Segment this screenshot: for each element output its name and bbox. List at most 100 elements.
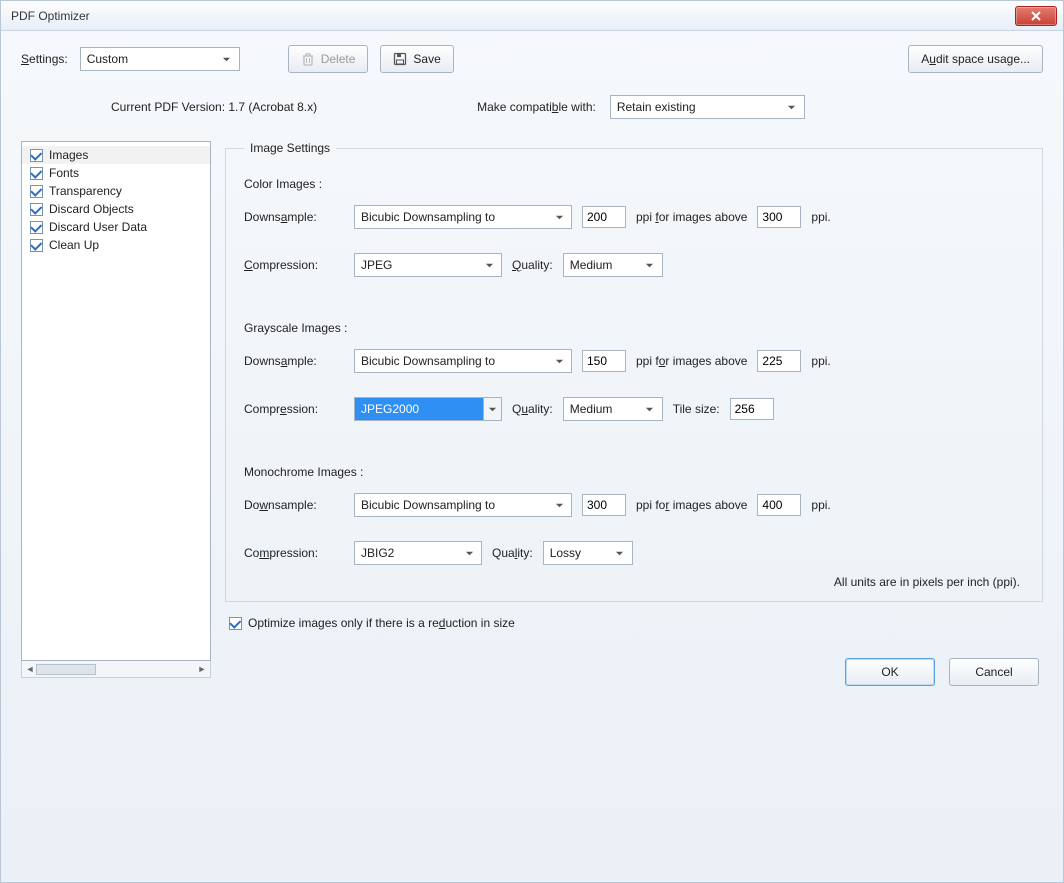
mono-ppi-input[interactable]	[582, 494, 626, 516]
optimize-checkbox-row[interactable]: Optimize images only if there is a reduc…	[229, 616, 1043, 630]
checkbox[interactable]	[30, 239, 43, 252]
downsample-label: Downsample:	[244, 354, 344, 368]
chevron-down-icon	[550, 496, 568, 514]
title-bar: PDF Optimizer	[1, 1, 1063, 31]
current-version: Current PDF Version: 1.7 (Acrobat 8.x)	[111, 100, 317, 114]
compression-label: Compression:	[244, 546, 344, 560]
gray-quality-select[interactable]: Medium	[563, 397, 663, 421]
chevron-down-icon	[641, 400, 659, 418]
chevron-down-icon	[550, 352, 568, 370]
chevron-down-icon	[783, 98, 801, 116]
scroll-thumb[interactable]	[36, 664, 96, 675]
main-area: Images Fonts Transparency Discard Objects Di…	[21, 141, 1043, 686]
save-label: Save	[413, 52, 440, 66]
color-compression-select[interactable]: JPEG	[354, 253, 502, 277]
group-legend: Image Settings	[244, 141, 336, 155]
image-settings-group: Image Settings Color Images : Downsample…	[225, 141, 1043, 602]
sidebar-item-label: Discard User Data	[49, 220, 147, 234]
color-downsample-row: Downsample: Bicubic Downsampling to ppi …	[244, 205, 1024, 229]
mono-quality-select[interactable]: Lossy	[543, 541, 633, 565]
mono-compression-row: Compression: JBIG2 Quality: Lossy	[244, 541, 1024, 565]
sidebar-item-discard-user-data[interactable]: Discard User Data	[22, 218, 210, 236]
units-note: All units are in pixels per inch (ppi).	[244, 575, 1020, 589]
above-label: ppi for images above	[636, 210, 747, 224]
sidebar-item-fonts[interactable]: Fonts	[22, 164, 210, 182]
optimize-label: Optimize images only if there is a reduc…	[248, 616, 515, 630]
quality-label: Quality:	[512, 258, 553, 272]
sidebar-item-label: Images	[49, 148, 88, 162]
sidebar-item-transparency[interactable]: Transparency	[22, 182, 210, 200]
chevron-down-icon	[484, 400, 501, 418]
mono-compression-select[interactable]: JBIG2	[354, 541, 482, 565]
ppi-suffix: ppi.	[811, 498, 830, 512]
settings-value: Custom	[87, 52, 128, 66]
sidebar-item-images[interactable]: Images	[22, 146, 210, 164]
content-area: Settings: Custom Delete Save Audit space…	[1, 31, 1063, 700]
gray-downsample-select[interactable]: Bicubic Downsampling to	[354, 349, 572, 373]
gray-compression-select[interactable]: JPEG2000	[354, 397, 502, 421]
horizontal-scrollbar[interactable]: ◄ ►	[21, 661, 211, 678]
above-label: ppi for images above	[636, 498, 747, 512]
gray-section-title: Grayscale Images :	[244, 321, 1024, 335]
ppi-suffix: ppi.	[811, 210, 830, 224]
delete-button[interactable]: Delete	[288, 45, 369, 73]
checkbox[interactable]	[30, 221, 43, 234]
checkbox[interactable]	[30, 203, 43, 216]
close-button[interactable]	[1015, 6, 1057, 26]
optimize-checkbox[interactable]	[229, 617, 242, 630]
color-quality-select[interactable]: Medium	[563, 253, 663, 277]
cancel-button[interactable]: Cancel	[949, 658, 1039, 686]
compat-select[interactable]: Retain existing	[610, 95, 805, 119]
color-ppi-input[interactable]	[582, 206, 626, 228]
sidebar: Images Fonts Transparency Discard Objects Di…	[21, 141, 211, 686]
compression-label: Compression:	[244, 258, 344, 272]
checkbox[interactable]	[30, 185, 43, 198]
settings-label: Settings:	[21, 52, 68, 66]
color-above-input[interactable]	[757, 206, 801, 228]
top-row: Settings: Custom Delete Save Audit space…	[21, 45, 1043, 73]
gray-compression-row: Compression: JPEG2000 Quality: Medium Ti…	[244, 397, 1024, 421]
dialog-window: PDF Optimizer Settings: Custom Delete Sa…	[0, 0, 1064, 883]
category-list[interactable]: Images Fonts Transparency Discard Objects Di…	[21, 141, 211, 661]
window-title: PDF Optimizer	[11, 9, 90, 23]
info-row: Current PDF Version: 1.7 (Acrobat 8.x) M…	[111, 95, 1043, 119]
gray-downsample-row: Downsample: Bicubic Downsampling to ppi …	[244, 349, 1024, 373]
settings-panel: Image Settings Color Images : Downsample…	[225, 141, 1043, 686]
quality-label: Quality:	[512, 402, 553, 416]
compat-label: Make compatible with:	[477, 100, 596, 114]
scroll-left-icon: ◄	[24, 664, 36, 674]
sidebar-item-discard-objects[interactable]: Discard Objects	[22, 200, 210, 218]
downsample-label: Downsample:	[244, 498, 344, 512]
save-button[interactable]: Save	[380, 45, 453, 73]
above-label: ppi for images above	[636, 354, 747, 368]
trash-icon	[301, 52, 315, 66]
sidebar-item-clean-up[interactable]: Clean Up	[22, 236, 210, 254]
quality-label: Quality:	[492, 546, 533, 560]
downsample-label: Downsample:	[244, 210, 344, 224]
color-downsample-select[interactable]: Bicubic Downsampling to	[354, 205, 572, 229]
gray-tile-input[interactable]	[730, 398, 774, 420]
settings-select[interactable]: Custom	[80, 47, 240, 71]
audit-button[interactable]: Audit space usage...	[908, 45, 1043, 73]
mono-section-title: Monochrome Images :	[244, 465, 1024, 479]
chevron-down-icon	[218, 50, 236, 68]
compat-value: Retain existing	[617, 100, 696, 114]
chevron-down-icon	[611, 544, 629, 562]
mono-downsample-row: Downsample: Bicubic Downsampling to ppi …	[244, 493, 1024, 517]
ppi-suffix: ppi.	[811, 354, 830, 368]
dialog-buttons: OK Cancel	[225, 658, 1043, 686]
gray-ppi-input[interactable]	[582, 350, 626, 372]
mono-downsample-select[interactable]: Bicubic Downsampling to	[354, 493, 572, 517]
ok-button[interactable]: OK	[845, 658, 935, 686]
chevron-down-icon	[460, 544, 478, 562]
sidebar-item-label: Discard Objects	[49, 202, 134, 216]
checkbox[interactable]	[30, 149, 43, 162]
mono-above-input[interactable]	[757, 494, 801, 516]
gray-above-input[interactable]	[757, 350, 801, 372]
sidebar-item-label: Transparency	[49, 184, 122, 198]
scroll-right-icon: ►	[196, 664, 208, 674]
close-icon	[1031, 11, 1041, 21]
chevron-down-icon	[480, 256, 498, 274]
sidebar-item-label: Clean Up	[49, 238, 99, 252]
checkbox[interactable]	[30, 167, 43, 180]
